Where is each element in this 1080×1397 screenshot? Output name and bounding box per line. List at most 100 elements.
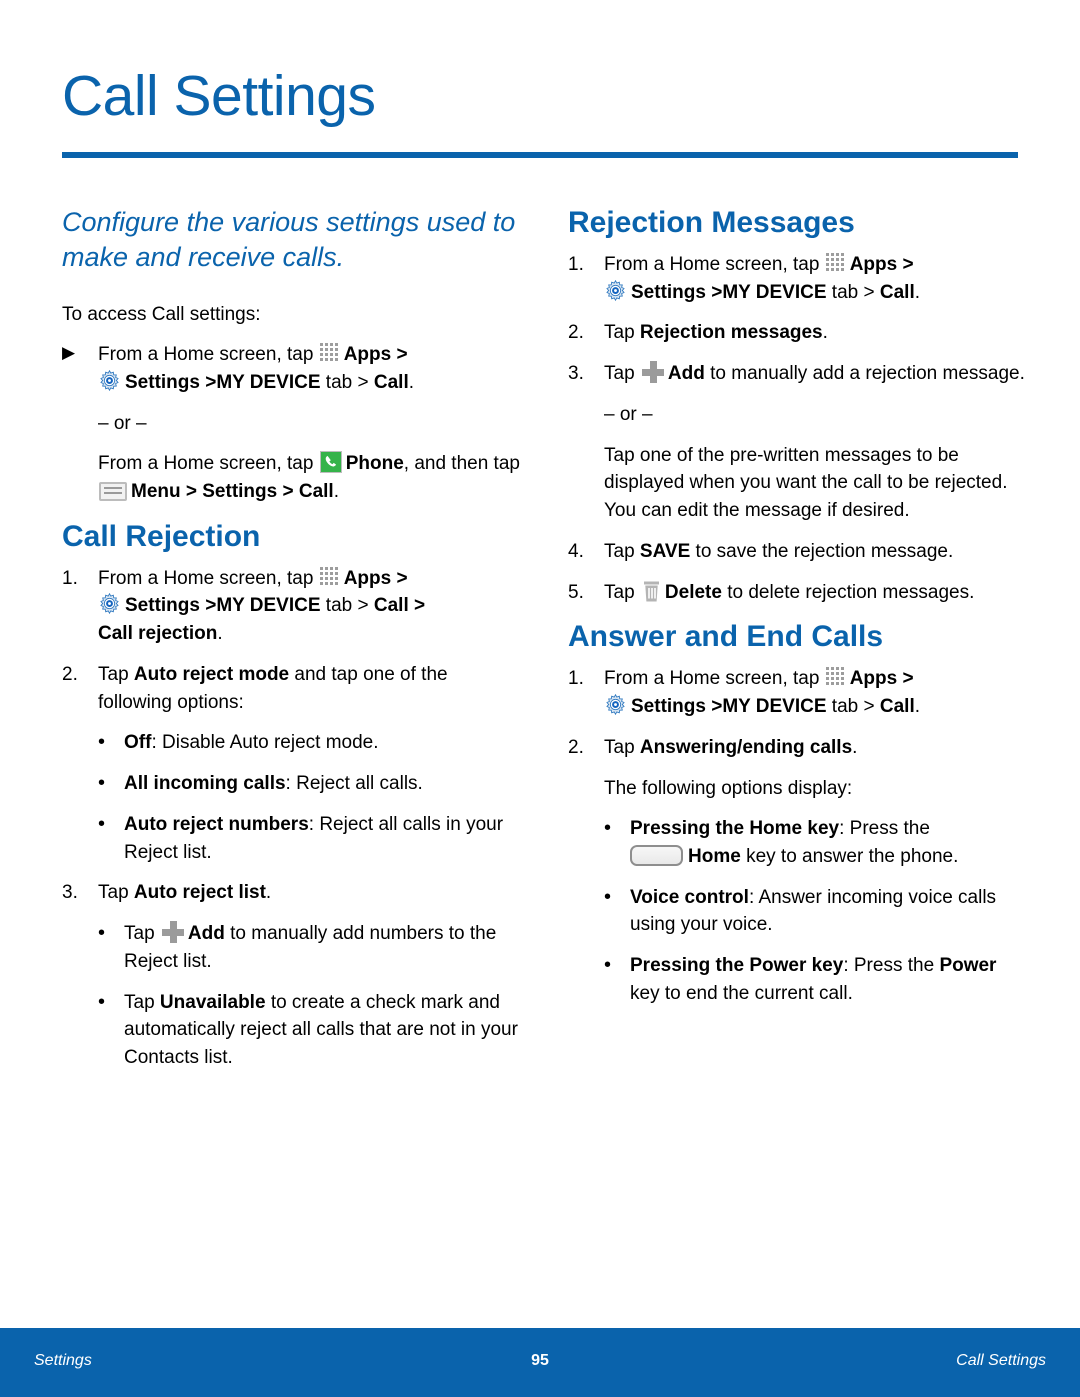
step-number-4: 4.	[568, 540, 584, 562]
rejection-messages-step-5: 5. Tap Delete to delete rejection messag…	[568, 579, 1028, 607]
right-column: Rejection Messages 1. From a Home screen…	[568, 205, 1028, 1021]
answer-option-power-key: • Pressing the Power key: Press the Powe…	[568, 952, 1028, 1007]
delete-label: Delete	[664, 581, 722, 603]
rejection-messages-label: Rejection messages	[639, 322, 823, 344]
bullet-dot-icon: •	[98, 990, 106, 1013]
answer-end-calls-step-1: 1. From a Home screen, tap Apps > Settin…	[568, 665, 1028, 720]
tab-label-3: tab >	[831, 281, 875, 303]
settings-gear-icon	[98, 593, 121, 616]
arrow-bullet-icon: ▶	[62, 343, 76, 363]
settings-path-label: Settings >MY DEVICE	[631, 281, 827, 303]
auto-reject-list-label: Auto reject list	[133, 882, 266, 904]
rejection-messages-step-4: 4. Tap SAVE to save the rejection messag…	[568, 538, 1028, 566]
step-number-5: 5.	[568, 581, 584, 603]
or-separator-right: – or –	[604, 403, 653, 425]
sub2-a: Tap	[124, 991, 155, 1013]
plus-add-icon	[641, 361, 664, 384]
menu-icon	[99, 482, 127, 501]
access-step-phone-path: From a Home screen, tap Phone, and then …	[62, 450, 522, 505]
rm-step3-b: to manually add a rejection message.	[710, 363, 1025, 385]
or-separator-left: – or –	[98, 412, 147, 434]
opt3-b: key to end the current call.	[630, 982, 853, 1004]
period-7: .	[914, 696, 921, 718]
page-footer: Settings 95 Call Settings	[0, 1328, 1080, 1397]
settings-gear-icon	[604, 693, 627, 717]
auto-reject-list-add: • Tap Add to manually add numbers to the…	[62, 920, 522, 975]
call-label-4: Call	[879, 696, 915, 718]
call-label-3: Call	[879, 281, 915, 303]
step-number-2: 2.	[568, 736, 584, 758]
gt-4: >	[902, 668, 914, 690]
phone-then-text: , and then tap	[403, 453, 520, 475]
call-rejection-step-3: 3. Tap Auto reject list.	[62, 879, 522, 907]
cr-step1-text: From a Home screen, tap	[98, 567, 314, 589]
auto-reject-mode-label: Auto reject mode	[133, 663, 290, 685]
answer-option-voice-control: • Voice control: Answer incoming voice c…	[568, 884, 1028, 939]
sub1-a: Tap	[124, 923, 155, 945]
call-rejection-label: Call rejection	[98, 623, 218, 645]
rm-step3-a: Tap	[604, 363, 635, 385]
call-label-1: Call	[373, 371, 409, 393]
auto-reject-option-off: • Off: Disable Auto reject mode.	[62, 729, 522, 757]
gt-3: >	[902, 254, 914, 275]
bullet-dot-icon: •	[98, 812, 106, 835]
access-step-apps-path: ▶ From a Home screen, tap Apps > Setting…	[62, 341, 522, 396]
period-3: .	[217, 623, 223, 645]
save-label: SAVE	[639, 540, 691, 562]
period-8: .	[852, 736, 858, 758]
answering-ending-calls-label: Answering/ending calls	[639, 736, 853, 758]
left-column: Configure the various settings used to m…	[62, 205, 522, 1085]
apps-grid-icon	[825, 667, 847, 686]
cr-step3-a: Tap	[98, 882, 129, 904]
rm-step5-b: to delete rejection messages.	[727, 581, 975, 603]
apps-grid-icon	[825, 253, 847, 272]
step-number-1: 1.	[62, 567, 78, 589]
voice-control-label: Voice control	[630, 886, 749, 908]
answer-option-home-key: • Pressing the Home key: Press the Home …	[568, 815, 1028, 870]
trash-delete-icon	[643, 581, 660, 602]
opt3-a: : Press the	[843, 955, 935, 977]
bullet-dot-icon: •	[604, 817, 612, 840]
power-label: Power	[939, 955, 997, 977]
settings-gear-icon	[604, 279, 627, 303]
section-heading-call-rejection: Call Rejection	[62, 519, 261, 553]
settings-gear-icon	[98, 369, 121, 393]
cr-step2-a: Tap	[98, 663, 129, 685]
apps-grid-icon	[319, 343, 341, 362]
answer-end-options-lead: The following options display:	[604, 777, 853, 799]
period-6: .	[822, 322, 828, 344]
pressing-home-key-label: Pressing the Home key	[630, 818, 840, 840]
home-label: Home	[688, 846, 741, 868]
option-all-incoming-desc: : Reject all calls.	[285, 773, 423, 795]
call-rejection-step-1: 1. From a Home screen, tap Apps > Settin…	[62, 565, 522, 648]
gt-1: >	[396, 344, 408, 366]
step-text-a: From a Home screen, tap	[98, 344, 314, 366]
rm-step2-a: Tap	[604, 322, 635, 344]
access-lead: To access Call settings:	[62, 304, 261, 326]
step-number-2: 2.	[62, 663, 78, 685]
home-key-icon	[630, 845, 683, 867]
step-text-b: From a Home screen, tap	[98, 453, 314, 475]
settings-path-label: Settings >MY DEVICE	[125, 371, 321, 393]
settings-path-label: Settings >MY DEVICE	[125, 595, 321, 617]
add-label: Add	[187, 923, 225, 945]
period-2: .	[333, 481, 339, 502]
intro-text: Configure the various settings used to m…	[62, 207, 516, 272]
rejection-messages-step-3: 3. Tap Add to manually add a rejection m…	[568, 360, 1028, 388]
rejection-messages-or-body: Tap one of the pre-written messages to b…	[604, 444, 1008, 522]
apps-label: Apps	[849, 668, 898, 690]
tab-label-2: tab >	[325, 595, 369, 617]
call-label-2: Call >	[373, 595, 426, 617]
gt-2: >	[396, 567, 408, 589]
auto-reject-option-all-incoming: • All incoming calls: Reject all calls.	[62, 770, 522, 798]
period-4: .	[265, 882, 272, 904]
apps-label: Apps	[849, 254, 898, 275]
option-off-label: Off	[124, 732, 152, 754]
option-all-incoming-label: All incoming calls	[124, 773, 286, 795]
rm-step5-a: Tap	[604, 581, 635, 603]
section-heading-rejection-messages: Rejection Messages	[568, 206, 855, 239]
step-number-1: 1.	[568, 254, 584, 275]
period-5: .	[914, 281, 921, 303]
phone-icon	[319, 451, 342, 474]
ae-step1-text: From a Home screen, tap	[604, 668, 820, 690]
